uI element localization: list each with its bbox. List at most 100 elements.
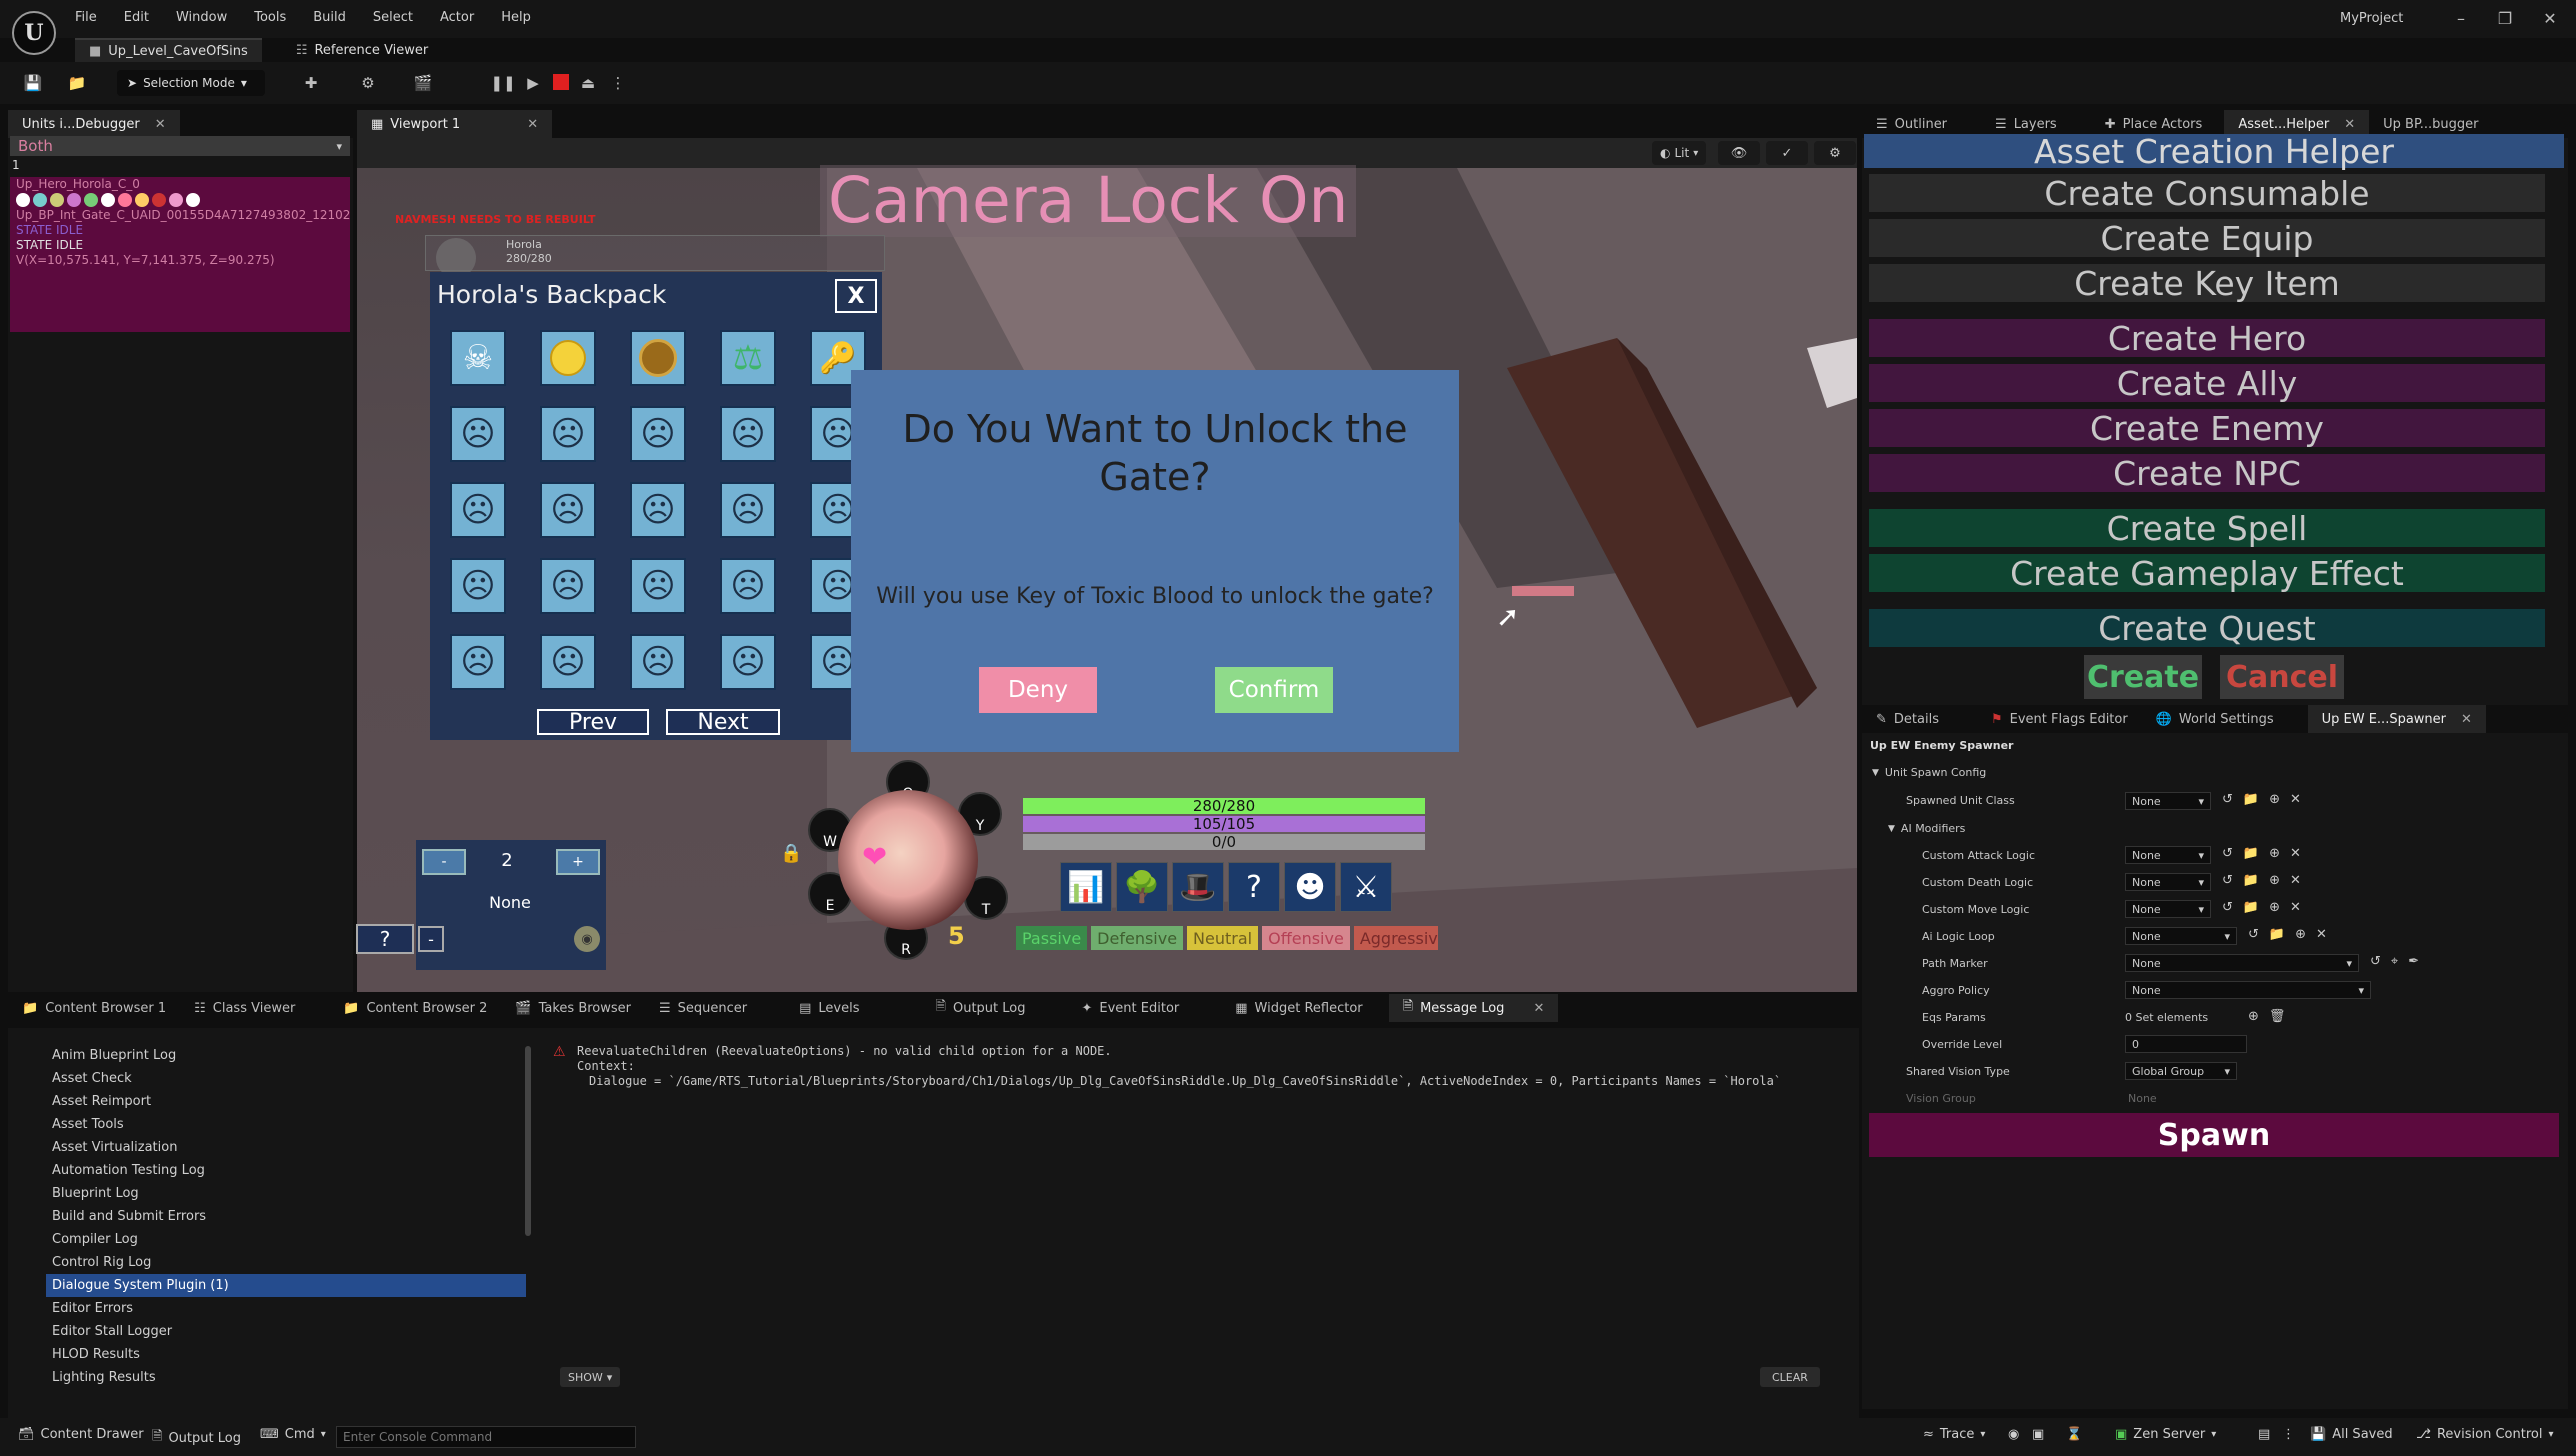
collapse-button[interactable]: - xyxy=(418,926,444,952)
screenshot-icon[interactable]: ▣ xyxy=(2032,1427,2044,1442)
counter-plus-button[interactable]: + xyxy=(556,849,600,875)
menu-edit[interactable]: Edit xyxy=(124,10,149,25)
empty-slot[interactable]: ☹ xyxy=(450,406,506,462)
view-mode-button[interactable]: ◐ Lit ▾ xyxy=(1652,141,1707,165)
content-drawer-button[interactable]: 🗃 Content Drawer xyxy=(18,1427,144,1442)
save-status[interactable]: 💾 All Saved xyxy=(2310,1427,2393,1442)
menu-select[interactable]: Select xyxy=(373,10,413,25)
ability-wizard[interactable]: 🎩 xyxy=(1172,862,1224,912)
log-category[interactable]: HLOD Results xyxy=(46,1343,526,1366)
clear-log-button[interactable]: CLEAR xyxy=(1760,1367,1820,1387)
prev-page-button[interactable]: Prev xyxy=(537,709,649,735)
create-equip-button[interactable]: Create Equip xyxy=(1869,219,2545,258)
custom-attack-logic-dropdown[interactable]: None ▾ xyxy=(2125,846,2211,864)
tab-level[interactable]: ■ Up_Level_CaveOfSins xyxy=(75,38,262,62)
create-gameplay-effect-button[interactable]: Create Gameplay Effect xyxy=(1869,554,2545,593)
log-category[interactable]: Compiler Log xyxy=(46,1228,526,1251)
tab-takes-browser[interactable]: 🎬 Takes Browser xyxy=(501,994,645,1022)
browse-icon[interactable]: 📁 xyxy=(2243,873,2259,888)
save-icon[interactable]: 💾 xyxy=(20,70,46,96)
hero-portrait[interactable] xyxy=(838,790,978,930)
more-options-icon[interactable]: ⋮ xyxy=(2282,1427,2295,1442)
stance-aggressive[interactable]: Aggressive xyxy=(1353,926,1438,950)
tab-event-flags[interactable]: ⚑ Event Flags Editor xyxy=(1977,705,2142,733)
menu-actor[interactable]: Actor xyxy=(440,10,474,25)
create-quest-button[interactable]: Create Quest xyxy=(1869,609,2545,648)
add-icon[interactable]: ⊕ xyxy=(2269,900,2280,915)
selection-mode-dropdown[interactable]: ➤ Selection Mode ▾ xyxy=(117,70,265,96)
minimize-icon[interactable]: – xyxy=(2446,6,2476,30)
tab-world-settings[interactable]: 🌐 World Settings xyxy=(2142,705,2288,733)
log-category[interactable]: Asset Check xyxy=(46,1067,526,1090)
close-tab-icon[interactable]: ✕ xyxy=(2461,712,2472,727)
use-selected-icon[interactable]: ↺ xyxy=(2370,954,2381,969)
shared-vision-dropdown[interactable]: Global Group ▾ xyxy=(2125,1062,2237,1080)
stance-offensive[interactable]: Offensive xyxy=(1262,926,1350,950)
browse-icon[interactable]: 📁 xyxy=(64,70,90,96)
empty-slot[interactable]: ☹ xyxy=(630,634,686,690)
override-level-input[interactable]: 0 xyxy=(2125,1035,2247,1053)
deny-button[interactable]: Deny xyxy=(979,667,1097,713)
empty-slot[interactable]: ☹ xyxy=(540,482,596,538)
empty-slot[interactable]: ☹ xyxy=(450,558,506,614)
browse-icon[interactable]: 📁 xyxy=(2243,846,2259,861)
add-icon[interactable]: ⊕ xyxy=(2295,927,2306,942)
log-category[interactable]: Lighting Results xyxy=(46,1366,526,1389)
log-category[interactable]: Automation Testing Log xyxy=(46,1159,526,1182)
menu-help[interactable]: Help xyxy=(501,10,531,25)
filter-dropdown[interactable]: Both ▾ xyxy=(10,136,350,156)
lock-icon[interactable]: 🔒 xyxy=(780,843,802,864)
create-npc-button[interactable]: Create NPC xyxy=(1869,454,2545,493)
custom-move-logic-dropdown[interactable]: None ▾ xyxy=(2125,900,2211,918)
clear-icon[interactable]: ✕ xyxy=(2290,873,2301,888)
console-command-input[interactable] xyxy=(336,1426,636,1448)
log-category[interactable]: Blueprint Log xyxy=(46,1182,526,1205)
empty-slot[interactable]: ☹ xyxy=(630,482,686,538)
empty-slot[interactable]: ☹ xyxy=(450,482,506,538)
more-options-icon[interactable]: ⋮ xyxy=(605,70,631,96)
add-actor-icon[interactable]: ✚ xyxy=(298,70,324,96)
log-category[interactable]: Editor Stall Logger xyxy=(46,1320,526,1343)
log-category[interactable]: Asset Virtualization xyxy=(46,1136,526,1159)
log-category[interactable]: Editor Errors xyxy=(46,1297,526,1320)
empty-slot[interactable]: ☹ xyxy=(720,558,776,614)
backpack-close-button[interactable]: X xyxy=(835,279,877,313)
close-tab-icon[interactable]: ✕ xyxy=(155,117,166,132)
tab-content-browser-1[interactable]: 📁 Content Browser 1 xyxy=(8,994,180,1022)
empty-slot[interactable]: ☹ xyxy=(450,634,506,690)
clear-icon[interactable]: ✕ xyxy=(2290,792,2301,807)
create-consumable-button[interactable]: Create Consumable xyxy=(1869,174,2545,213)
spawn-button[interactable]: Spawn xyxy=(1869,1113,2559,1157)
menu-file[interactable]: File xyxy=(75,10,97,25)
target-icon[interactable]: ◉ xyxy=(574,926,600,952)
empty-slot[interactable]: ☹ xyxy=(630,406,686,462)
stance-neutral[interactable]: Neutral xyxy=(1187,926,1259,950)
clear-icon[interactable]: ✕ xyxy=(2290,900,2301,915)
browse-icon[interactable]: 📁 xyxy=(2243,900,2259,915)
close-tab-icon[interactable]: ✕ xyxy=(1533,1001,1544,1016)
browse-icon[interactable]: 📁 xyxy=(2269,927,2285,942)
counter-minus-button[interactable]: - xyxy=(422,849,466,875)
tab-event-editor[interactable]: ✦ Event Editor xyxy=(1067,994,1193,1022)
ability-portrait[interactable]: ☻ xyxy=(1284,862,1336,912)
empty-slot[interactable]: ☹ xyxy=(720,634,776,690)
create-ally-button[interactable]: Create Ally xyxy=(1869,364,2545,403)
use-selected-icon[interactable]: ↺ xyxy=(2222,792,2233,807)
use-selected-icon[interactable]: ↺ xyxy=(2248,927,2259,942)
tab-output-log[interactable]: 🗎 Output Log xyxy=(922,994,1040,1022)
cancel-button[interactable]: Cancel xyxy=(2220,655,2344,699)
empty-slot[interactable]: ☹ xyxy=(540,558,596,614)
section-ai-modifiers[interactable]: ▼ AI Modifiers xyxy=(1888,822,1965,835)
stop-icon[interactable] xyxy=(553,74,569,90)
next-page-button[interactable]: Next xyxy=(666,709,780,735)
empty-slot[interactable]: ☹ xyxy=(540,634,596,690)
output-log-button[interactable]: 🗎 Output Log xyxy=(152,1427,241,1449)
aggro-policy-dropdown[interactable]: None ▾ xyxy=(2125,981,2371,999)
empty-slot[interactable]: ☹ xyxy=(540,406,596,462)
create-key-item-button[interactable]: Create Key Item xyxy=(1869,264,2545,303)
unreal-logo-icon[interactable]: U xyxy=(12,11,56,55)
add-icon[interactable]: ⊕ xyxy=(2269,846,2280,861)
pick-actor-icon[interactable]: ⌖ xyxy=(2391,954,2398,969)
viewport-settings-icon[interactable]: ⚙ xyxy=(1814,141,1856,165)
frame-skip-icon[interactable]: ▶ xyxy=(520,70,546,96)
